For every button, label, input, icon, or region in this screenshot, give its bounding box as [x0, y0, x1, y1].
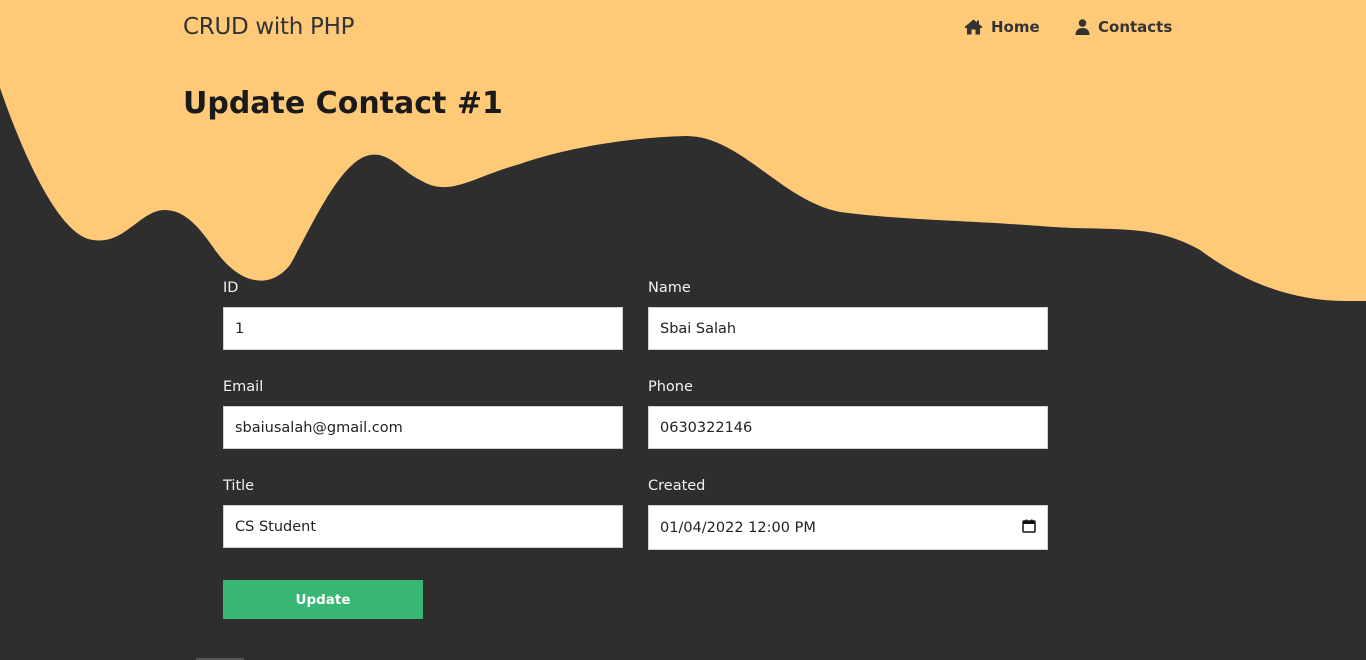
- user-icon: [1075, 19, 1090, 35]
- phone-input[interactable]: [648, 406, 1048, 449]
- nav-contacts-label: Contacts: [1098, 18, 1173, 36]
- nav-home-link[interactable]: Home: [964, 18, 1040, 36]
- title-field: Title: [223, 476, 623, 548]
- name-field: Name: [648, 278, 1048, 350]
- update-button[interactable]: Update: [223, 580, 423, 619]
- nav-contacts-link[interactable]: Contacts: [1075, 18, 1172, 36]
- title-label: Title: [223, 478, 255, 494]
- email-input[interactable]: [223, 406, 623, 449]
- phone-label: Phone: [648, 379, 693, 395]
- created-label: Created: [648, 478, 706, 494]
- created-datetime-input[interactable]: 01/04/2022 12:00 PM: [648, 505, 1048, 550]
- title-input[interactable]: [223, 505, 623, 548]
- name-label: Name: [648, 280, 691, 296]
- name-input[interactable]: [648, 307, 1048, 350]
- id-input[interactable]: [223, 307, 623, 350]
- id-label: ID: [223, 280, 239, 296]
- brand-title[interactable]: CRUD with PHP: [183, 14, 354, 40]
- navbar: CRUD with PHP Home Contacts: [0, 0, 1366, 60]
- page: CRUD with PHP Home Contacts Update Conta…: [0, 0, 1366, 660]
- nav-home-label: Home: [991, 18, 1040, 36]
- calendar-icon[interactable]: [1022, 519, 1036, 537]
- created-field: Created 01/04/2022 12:00 PM: [648, 476, 1048, 550]
- created-value: 01/04/2022 12:00 PM: [660, 519, 816, 536]
- id-field: ID: [223, 278, 623, 350]
- phone-field: Phone: [648, 377, 1048, 449]
- home-icon: [964, 19, 983, 35]
- page-title: Update Contact #1: [183, 86, 503, 121]
- email-field: Email: [223, 377, 623, 449]
- email-label: Email: [223, 379, 264, 395]
